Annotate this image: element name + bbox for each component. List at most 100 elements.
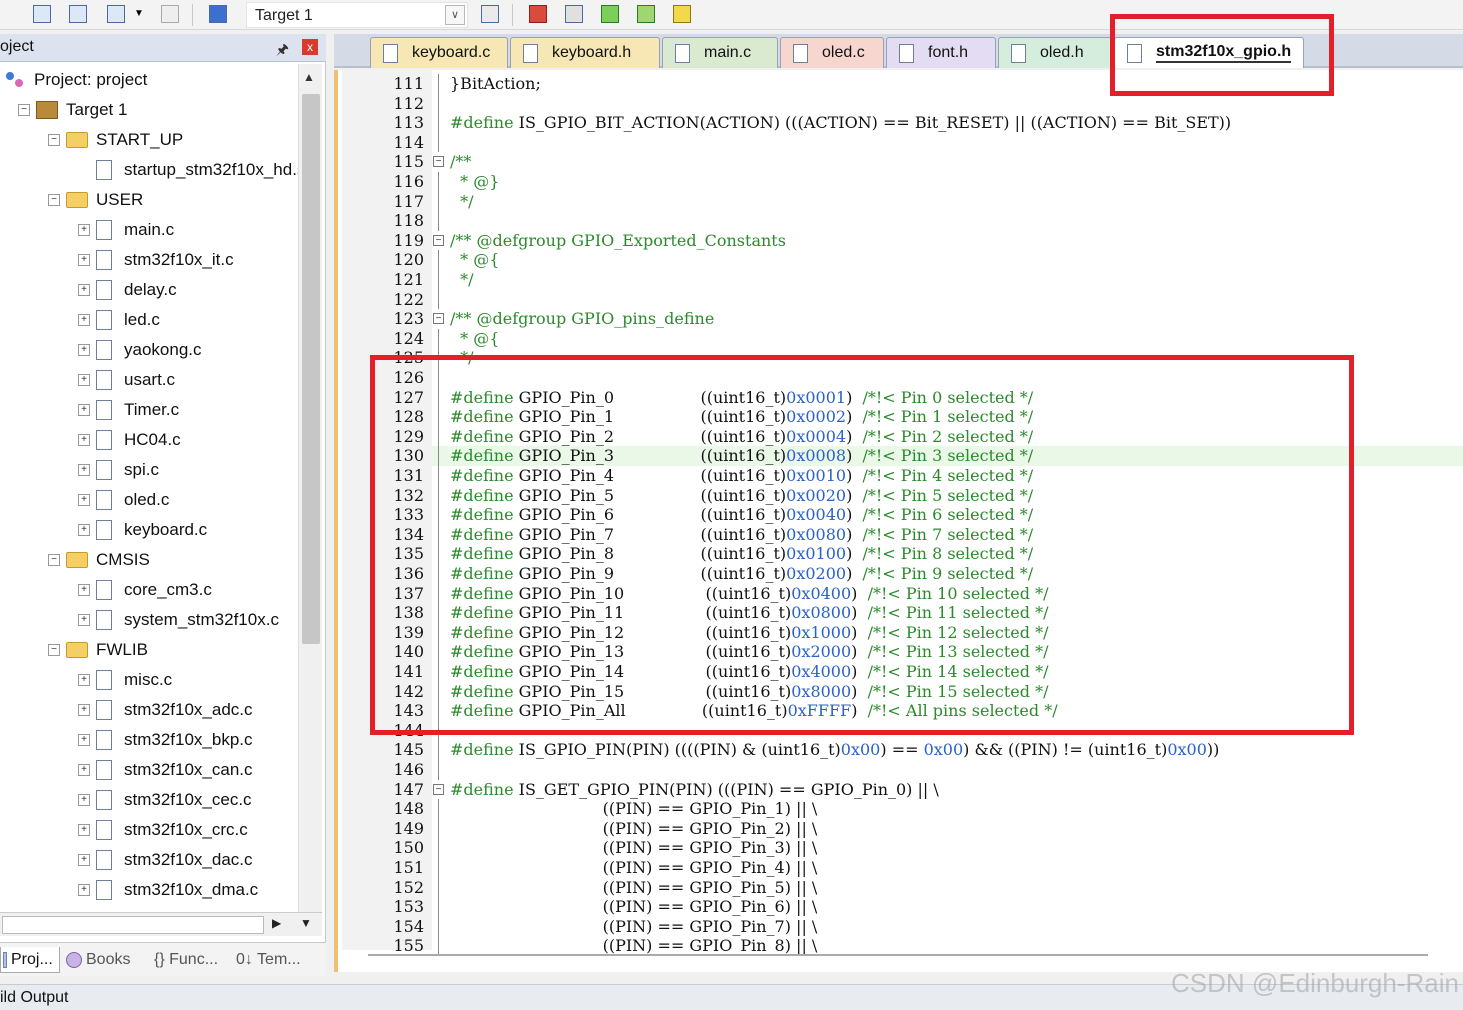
tree-item[interactable]: Project: project xyxy=(4,65,147,95)
code-line[interactable]: ((PIN) == GPIO_Pin_2) || \ xyxy=(450,819,818,839)
scroll-down-icon[interactable]: ▼ xyxy=(300,916,312,930)
expand-icon[interactable]: + xyxy=(78,224,90,236)
expand-icon[interactable]: + xyxy=(78,314,90,326)
fold-toggle-icon[interactable]: − xyxy=(433,156,444,168)
fold-toggle-icon[interactable]: − xyxy=(433,783,444,795)
editor-tab[interactable]: main.c xyxy=(662,37,778,68)
code-line[interactable]: ((PIN) == GPIO_Pin_5) || \ xyxy=(450,878,818,898)
tree-item[interactable]: startup_stm32f10x_hd.s xyxy=(78,155,298,185)
expand-icon[interactable]: + xyxy=(78,374,90,386)
tree-item[interactable]: − START_UP xyxy=(48,125,183,155)
tree-item[interactable]: + system_stm32f10x.c xyxy=(78,605,279,635)
collapse-icon[interactable]: − xyxy=(18,104,30,116)
editor-hscroll[interactable] xyxy=(368,954,1428,956)
manage-components-icon[interactable] xyxy=(526,2,550,26)
tree-item[interactable]: + core_cm3.c xyxy=(78,575,212,605)
code-line[interactable]: */ xyxy=(450,270,473,290)
code-line[interactable]: ((PIN) == GPIO_Pin_1) || \ xyxy=(450,799,818,819)
tree-item[interactable]: + delay.c xyxy=(78,275,177,305)
expand-icon[interactable]: + xyxy=(78,464,90,476)
expand-icon[interactable]: + xyxy=(78,254,90,266)
scroll-up-icon[interactable]: ▲ xyxy=(303,70,315,84)
expand-icon[interactable]: + xyxy=(78,674,90,686)
rebuild-icon[interactable] xyxy=(66,2,90,26)
tree-item[interactable]: + stm32f10x_dac.c xyxy=(78,845,253,875)
target-select[interactable]: Target 1 ∨ xyxy=(246,2,468,28)
expand-icon[interactable]: + xyxy=(78,434,90,446)
fold-toggle-icon[interactable]: − xyxy=(433,234,444,246)
tree-item[interactable]: + stm32f10x_cec.c xyxy=(78,785,252,815)
manage-runtime-icon[interactable] xyxy=(670,2,694,26)
code-line[interactable]: /** @defgroup GPIO_Exported_Constants xyxy=(450,231,786,251)
chevron-down-icon[interactable]: ∨ xyxy=(445,5,465,25)
tree-item[interactable]: + yaokong.c xyxy=(78,335,202,365)
editor-tab[interactable]: oled.h xyxy=(998,37,1112,68)
tree-item[interactable]: + stm32f10x_dma.c xyxy=(78,875,258,905)
tree-item[interactable]: + misc.c xyxy=(78,665,172,695)
tree-item[interactable]: + oled.c xyxy=(78,485,169,515)
scroll-thumb[interactable] xyxy=(302,94,320,644)
editor-tab[interactable]: keyboard.h xyxy=(510,37,660,68)
code-line[interactable]: * @{ xyxy=(450,329,499,349)
code-line[interactable]: * @} xyxy=(450,172,499,192)
tab-functions[interactable]: {} Func... xyxy=(154,947,218,973)
tree-item[interactable]: + stm32f10x_adc.c xyxy=(78,695,253,725)
expand-icon[interactable]: + xyxy=(78,284,90,296)
code-line[interactable]: ((PIN) == GPIO_Pin_7) || \ xyxy=(450,917,818,937)
expand-icon[interactable]: + xyxy=(78,824,90,836)
stop-build-icon[interactable] xyxy=(158,2,182,26)
tree-item[interactable]: − USER xyxy=(48,185,143,215)
tab-project[interactable]: Proj... xyxy=(0,947,60,973)
code-line[interactable]: * @{ xyxy=(450,250,499,270)
expand-icon[interactable]: + xyxy=(78,404,90,416)
target-options-icon[interactable] xyxy=(478,2,502,26)
expand-icon[interactable]: + xyxy=(78,734,90,746)
expand-icon[interactable]: + xyxy=(78,614,90,626)
close-panel-button[interactable]: x xyxy=(302,39,318,55)
fold-toggle-icon[interactable]: − xyxy=(433,313,444,325)
collapse-icon[interactable]: − xyxy=(48,644,60,656)
tree-item[interactable]: + main.c xyxy=(78,215,174,245)
batch-build-icon[interactable] xyxy=(104,2,128,26)
code-line[interactable]: }BitAction; xyxy=(450,74,541,94)
file-extensions-icon[interactable] xyxy=(562,2,586,26)
batch-build-dropdown-icon[interactable]: ▼ xyxy=(132,2,146,26)
editor-tab[interactable]: keyboard.c xyxy=(370,37,508,68)
expand-icon[interactable]: + xyxy=(78,584,90,596)
build-target-icon[interactable] xyxy=(30,2,54,26)
pin-icon[interactable]: 🖈 xyxy=(276,39,289,63)
collapse-icon[interactable]: − xyxy=(48,554,60,566)
tree-item[interactable]: + stm32f10x_can.c xyxy=(78,755,253,785)
editor-tab[interactable]: font.h xyxy=(886,37,996,68)
tree-item[interactable]: + HC04.c xyxy=(78,425,181,455)
expand-icon[interactable]: + xyxy=(78,344,90,356)
code-line[interactable]: /** @defgroup GPIO_pins_define xyxy=(450,309,714,329)
code-line[interactable]: ((PIN) == GPIO_Pin_3) || \ xyxy=(450,838,818,858)
code-line[interactable]: ((PIN) == GPIO_Pin_6) || \ xyxy=(450,897,818,917)
expand-icon[interactable]: + xyxy=(78,764,90,776)
tree-item[interactable]: + stm32f10x_bkp.c xyxy=(78,725,253,755)
tree-item[interactable]: − Target 1 xyxy=(18,95,127,125)
tree-item[interactable]: + keyboard.c xyxy=(78,515,207,545)
code-line[interactable]: /** xyxy=(450,152,471,172)
download-load-icon[interactable] xyxy=(206,2,230,26)
expand-icon[interactable]: + xyxy=(78,524,90,536)
tree-item[interactable]: + Timer.c xyxy=(78,395,179,425)
scroll-right-icon[interactable]: ▶ xyxy=(272,916,281,930)
tree-item[interactable]: + stm32f10x_it.c xyxy=(78,245,234,275)
tree-item[interactable]: − CMSIS xyxy=(48,545,150,575)
project-tree-vscroll[interactable]: ▲ xyxy=(298,64,322,912)
collapse-icon[interactable]: − xyxy=(48,194,60,206)
tab-books[interactable]: Books xyxy=(66,947,130,973)
expand-icon[interactable]: + xyxy=(78,854,90,866)
code-line[interactable]: */ xyxy=(450,192,473,212)
select-packs-icon[interactable] xyxy=(634,2,658,26)
code-line[interactable]: #define IS_GPIO_PIN(PIN) ((((PIN) & (uin… xyxy=(450,740,1219,760)
tree-item[interactable]: + led.c xyxy=(78,305,160,335)
tree-item[interactable]: + spi.c xyxy=(78,455,159,485)
expand-icon[interactable]: + xyxy=(78,704,90,716)
project-tree-hscroll[interactable]: ▶ ▼ xyxy=(0,912,322,936)
tree-item[interactable]: + usart.c xyxy=(78,365,175,395)
expand-icon[interactable]: + xyxy=(78,494,90,506)
code-line[interactable]: ((PIN) == GPIO_Pin_4) || \ xyxy=(450,858,818,878)
